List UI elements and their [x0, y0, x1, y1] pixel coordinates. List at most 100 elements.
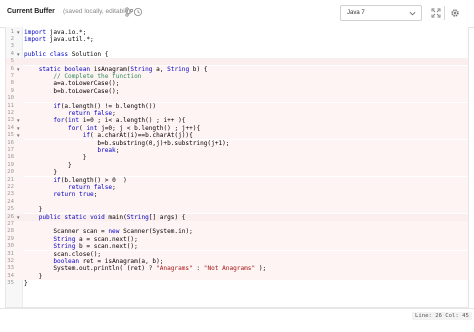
code-text: }	[24, 280, 28, 288]
line-number: 14	[7, 124, 14, 131]
code-text: if(a.length() != b.length())	[53, 102, 157, 110]
line-number: 32	[7, 257, 14, 264]
code-line[interactable]: 30 String b = scan.next();	[6, 243, 468, 251]
fold-toggle-icon[interactable]: ▼	[16, 132, 20, 139]
line-number: 18	[7, 154, 14, 161]
line-number: 1	[10, 28, 14, 35]
code-line[interactable]: 35}	[6, 280, 468, 287]
line-number: 20	[7, 169, 14, 176]
cursor-position: Line: 26 Col: 45	[412, 312, 472, 320]
history-icon[interactable]	[133, 7, 143, 17]
code-line[interactable]: 24	[6, 198, 468, 207]
buffer-title: Current Buffer	[7, 8, 55, 15]
code-line[interactable]: 5	[6, 58, 468, 66]
code-text: }	[24, 154, 87, 162]
code-line[interactable]: 9 b=b.toLowerCase();	[6, 87, 468, 96]
code-text: a=a.toLowerCase();	[24, 80, 120, 88]
line-number: 10	[7, 95, 14, 102]
code-line[interactable]: 2 import java.util.*;	[6, 36, 468, 43]
code-text: public static void main(String[] args) {	[38, 213, 186, 221]
fold-toggle-icon[interactable]: ▼	[16, 117, 20, 124]
code-text: return false;	[68, 109, 116, 117]
line-number: 13	[7, 117, 14, 124]
code-text: Scanner scan = new Scanner(System.in);	[24, 228, 193, 236]
code-line[interactable]: 17 break;	[6, 146, 468, 155]
code-line[interactable]: 1 ▼ import java.io.*;	[6, 29, 468, 36]
line-number: 8	[10, 80, 14, 87]
fold-toggle-icon[interactable]: ▼	[16, 66, 20, 73]
header-divider	[444, 6, 445, 20]
code-line[interactable]: 3	[6, 43, 468, 50]
buffer-subtitle: (saved locally, editable)	[63, 8, 131, 15]
line-number: 15	[7, 132, 14, 139]
code-line[interactable]: 34 }	[6, 272, 468, 281]
code-line[interactable]: 28 Scanner scan = new Scanner(System.in)…	[6, 228, 468, 236]
code-text: }	[24, 272, 43, 280]
code-text: import java.io.*;	[24, 28, 87, 36]
code-line[interactable]: 11 if(a.length() != b.length())	[6, 102, 468, 110]
code-line[interactable]: 7 // Complete the function	[6, 72, 468, 81]
code-line[interactable]: 26 ▼ public static void main(String[] arg…	[6, 213, 468, 221]
code-text: // Complete the function	[53, 72, 142, 80]
fold-toggle-icon[interactable]: ▼	[16, 29, 20, 36]
line-number: 7	[10, 72, 14, 79]
code-text: for(int i=0 ; i< a.length() ; i++ ){	[53, 117, 186, 125]
code-line[interactable]: 19 }	[6, 161, 468, 170]
code-line[interactable]: 16 b=b.substring(0,j)+b.substring(j+1);	[6, 139, 468, 147]
code-text: for( int j=0; j < b.length() ; j++){	[68, 124, 201, 132]
line-number: 17	[7, 146, 14, 153]
code-text: }	[24, 169, 58, 177]
code-line[interactable]: 31 scan.close();	[6, 250, 468, 258]
code-line[interactable]: 15 ▼ if( a.charAt(i)==b.charAt(j)){	[6, 132, 468, 140]
code-line[interactable]: 14 ▼ for( int j=0; j < b.length() ; j++){	[6, 124, 468, 133]
line-number: 4	[10, 50, 14, 57]
line-number: 12	[7, 109, 14, 116]
code-line[interactable]: 6 ▼ static boolean isAnagram(String a, St…	[6, 65, 468, 73]
code-text: boolean ret = isAnagram(a, b);	[53, 257, 164, 265]
code-line[interactable]: 13 ▼ for(int i=0 ; i< a.length() ; i++ ){	[6, 117, 468, 125]
code-text: b=b.substring(0,j)+b.substring(j+1);	[24, 139, 230, 147]
line-number: 23	[7, 191, 14, 198]
code-text: return false;	[68, 183, 116, 191]
code-line[interactable]: 12 return false;	[6, 109, 468, 118]
code-line[interactable]: 25 }	[6, 206, 468, 214]
code-editor[interactable]: 1 ▼ import java.io.*; 2 import java.util.*; 3…	[5, 27, 469, 308]
code-text: import java.util.*;	[24, 35, 94, 43]
code-line[interactable]: 4 ▼ public class Solution {	[6, 51, 468, 58]
code-line[interactable]: 33 System.out.println( (ret) ? "Anagrams…	[6, 265, 468, 273]
code-text: scan.close();	[24, 250, 102, 258]
fold-toggle-icon[interactable]: ▼	[16, 51, 20, 58]
code-line[interactable]: 10	[6, 95, 468, 103]
code-line[interactable]: 20 }	[6, 169, 468, 177]
line-number: 2	[10, 35, 14, 42]
code-line[interactable]: 32 boolean ret = isAnagram(a, b);	[6, 257, 468, 266]
expand-icon[interactable]	[431, 8, 441, 18]
language-select[interactable]: Java 7	[340, 5, 422, 21]
line-number: 5	[10, 58, 14, 65]
code-line[interactable]: 29 String a = scan.next();	[6, 235, 468, 244]
line-number: 31	[7, 250, 14, 257]
line-number: 11	[7, 102, 14, 109]
code-line[interactable]: 8 a=a.toLowerCase();	[6, 80, 468, 88]
line-number: 33	[7, 265, 14, 272]
code-text: public class Solution {	[24, 50, 109, 58]
code-line[interactable]: 27	[6, 220, 468, 229]
code-text: break;	[97, 146, 120, 154]
code-line[interactable]: 22 return false;	[6, 183, 468, 192]
code-line[interactable]: 23 return true;	[6, 191, 468, 199]
line-number: 16	[7, 139, 14, 146]
editor-header: Current Buffer (saved locally, editable)…	[0, 0, 474, 28]
code-text: if(b.length() > 0 )	[53, 176, 127, 184]
code-text: String a = scan.next();	[53, 235, 138, 243]
code-text: if( a.charAt(i)==b.charAt(j)){	[82, 132, 193, 140]
line-number: 34	[7, 272, 14, 279]
line-number: 21	[7, 176, 14, 183]
fold-toggle-icon[interactable]: ▼	[16, 214, 20, 221]
code-line[interactable]: 21 if(b.length() > 0 )	[6, 176, 468, 184]
line-number: 22	[7, 183, 14, 190]
line-number: 24	[7, 198, 14, 205]
line-number: 29	[7, 235, 14, 242]
code-line[interactable]: 18 }	[6, 154, 468, 162]
fold-toggle-icon[interactable]: ▼	[16, 125, 20, 132]
gear-icon[interactable]	[450, 8, 460, 18]
